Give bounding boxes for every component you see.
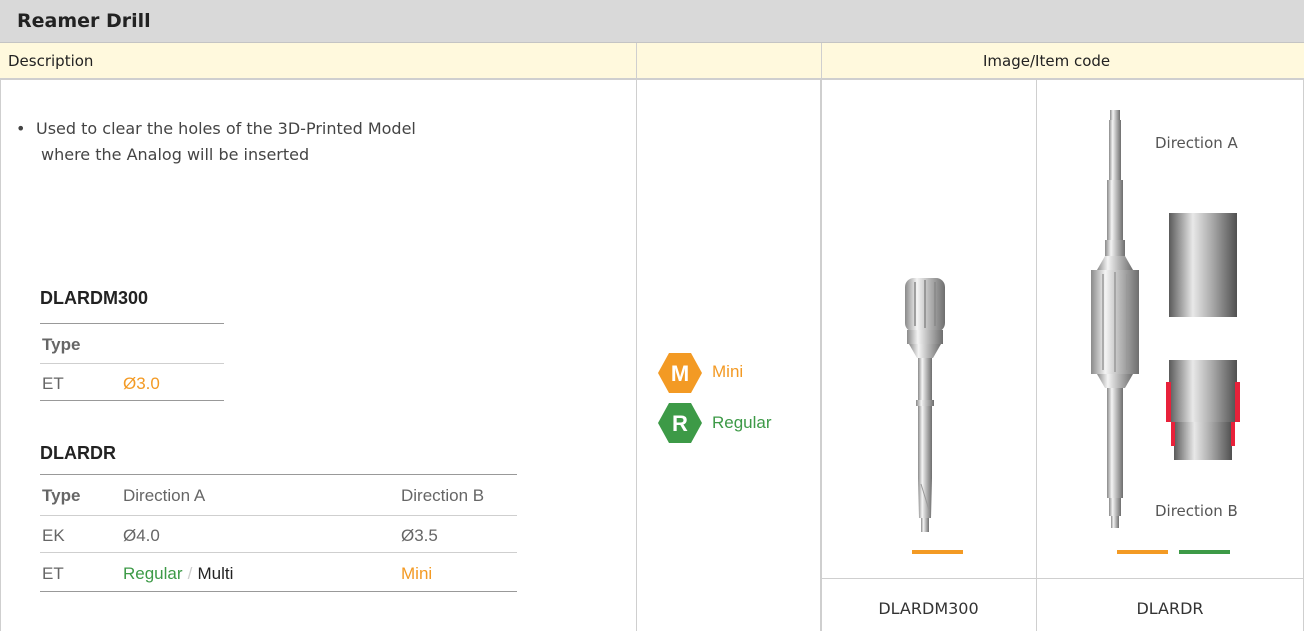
table1-diameter-value: Ø3.0 <box>123 374 160 393</box>
bullet: • <box>16 119 26 138</box>
column-divider-3 <box>1036 80 1037 631</box>
image-header: Image/Item code <box>983 52 1111 70</box>
detail-direction-a-image <box>1169 213 1237 317</box>
caption-dlardm300: DLARDM300 <box>878 599 979 618</box>
badge-label-mini: Mini <box>712 362 744 381</box>
product-code-dlardm300: DLARDM300 <box>40 288 149 308</box>
page-title: Reamer Drill <box>17 10 151 32</box>
direction-a-label: Direction A <box>1155 134 1238 152</box>
table2-row2-type: ET <box>42 564 64 583</box>
mini-color-bar <box>912 550 963 554</box>
description-line-1: Used to clear the holes of the 3D-Printe… <box>36 119 416 138</box>
title-bar <box>0 0 1304 43</box>
table1-type-header: Type <box>42 335 81 354</box>
table2-row1-b: Ø3.5 <box>401 526 438 545</box>
left-border <box>0 80 1 631</box>
badge-label-regular: Regular <box>712 413 772 432</box>
table2-direction-a-header: Direction A <box>123 486 206 505</box>
table1-bottom-rule <box>40 400 224 401</box>
product-code-dlardr: DLARDR <box>40 443 116 463</box>
table2-rule-2 <box>40 552 517 553</box>
column-divider-1 <box>636 43 637 631</box>
table2-row2-a: Regular / Multi <box>123 564 233 584</box>
caption-dlardr: DLARDR <box>1136 599 1204 618</box>
direction-b-label: Direction B <box>1155 502 1238 520</box>
badge-letter-r: R <box>672 411 688 436</box>
mini-color-bar-right <box>1117 550 1168 554</box>
reamer-drill-dlardr-image <box>1091 110 1139 528</box>
table2-row1-type: EK <box>42 526 65 545</box>
description-line-2: where the Analog will be inserted <box>41 145 310 164</box>
table2-row2-b: Mini <box>401 564 433 583</box>
reamer-drill-mini-image <box>905 278 945 532</box>
table1-top-rule <box>40 323 224 324</box>
table2-top-rule <box>40 474 517 475</box>
hexagon-regular-icon: R <box>658 403 702 443</box>
table1-type-value: ET <box>42 374 64 393</box>
column-divider-2 <box>820 80 822 631</box>
regular-label: Regular <box>123 564 183 583</box>
table1-mid-rule <box>40 363 224 364</box>
table2-rule-1 <box>40 515 517 516</box>
detail-direction-b-image <box>1166 360 1240 460</box>
badge-letter-m: M <box>671 361 689 386</box>
table2-direction-b-header: Direction B <box>401 486 485 505</box>
table2-bottom-rule <box>40 591 517 592</box>
description-header: Description <box>8 52 94 70</box>
separator: / <box>187 564 193 583</box>
table2-row1-a: Ø4.0 <box>123 526 160 545</box>
multi-label: Multi <box>197 564 234 583</box>
hexagon-mini-icon: M <box>658 353 702 393</box>
caption-row-divider <box>821 578 1304 579</box>
header-divider <box>821 43 822 80</box>
regular-color-bar-right <box>1179 550 1230 554</box>
table2-type-header: Type <box>42 486 81 505</box>
